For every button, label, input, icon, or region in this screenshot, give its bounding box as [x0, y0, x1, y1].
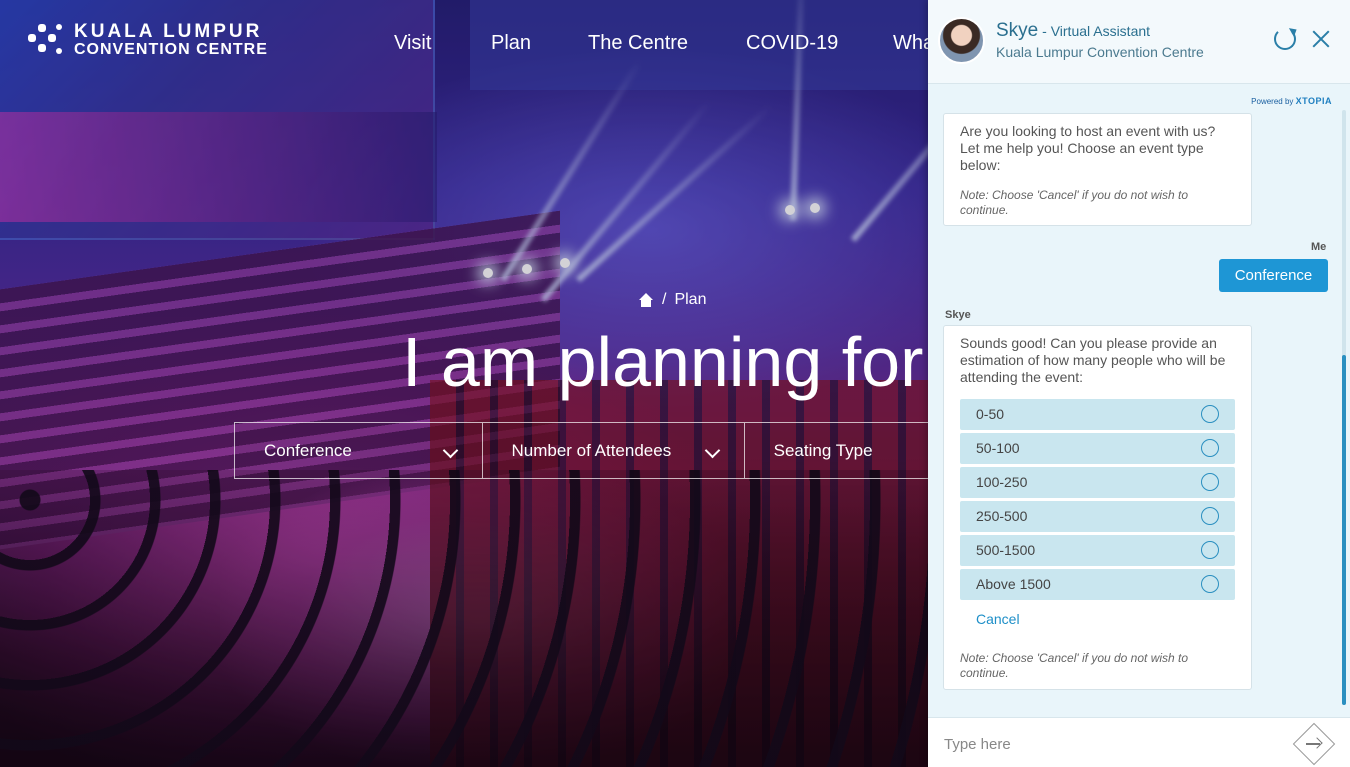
breadcrumb-current: Plan: [674, 291, 707, 308]
assistant-message: Are you looking to host an event with us…: [943, 113, 1252, 226]
powered-by[interactable]: Powered by XTOPIA: [1251, 96, 1332, 106]
user-label: Me: [1311, 241, 1327, 253]
assistant-org: Kuala Lumpur Convention Centre: [996, 44, 1204, 60]
chat-scrollbar-thumb[interactable]: [1342, 355, 1346, 705]
hero-title: I am planning for: [402, 323, 924, 401]
assistant-role: - Virtual Assistant: [1038, 23, 1151, 39]
chat-header: Skye - Virtual Assistant Kuala Lumpur Co…: [928, 0, 1350, 84]
attendees-placeholder: Number of Attendees: [511, 440, 672, 460]
option-label: 500-1500: [976, 542, 1036, 558]
nav-covid-19[interactable]: COVID-19: [746, 32, 893, 55]
radio-icon[interactable]: [1201, 575, 1219, 593]
radio-icon[interactable]: [1201, 507, 1219, 525]
attendees-dropdown[interactable]: Number of Attendees: [482, 422, 745, 479]
logo-text-line2: CONVENTION CENTRE: [74, 40, 268, 58]
attendee-option-50-100[interactable]: 50-100: [960, 433, 1235, 464]
user-reply: Conference: [1219, 259, 1328, 292]
chat-input-bar: [928, 717, 1350, 767]
seating-type-placeholder: Seating Type: [773, 440, 873, 460]
chat-panel: Skye - Virtual Assistant Kuala Lumpur Co…: [928, 0, 1350, 767]
attendee-option-0-50[interactable]: 0-50: [960, 399, 1235, 430]
assistant-name-text: Skye: [996, 20, 1039, 41]
option-label: Above 1500: [976, 576, 1051, 592]
option-label: 50-100: [976, 440, 1020, 456]
send-arrow-icon[interactable]: [1306, 736, 1324, 752]
assistant-message-note: Note: Choose 'Cancel' if you do not wish…: [960, 188, 1189, 217]
nav-plan[interactable]: Plan: [491, 32, 588, 55]
option-label: 0-50: [976, 406, 1005, 422]
powered-by-brand: XTOPIA: [1295, 96, 1332, 106]
logo-text-line1: KUALA LUMPUR: [74, 20, 263, 42]
close-icon[interactable]: [1310, 28, 1332, 50]
powered-by-text: Powered by: [1251, 97, 1294, 106]
breadcrumb-separator: /: [662, 291, 667, 308]
seating-type-dropdown[interactable]: Seating Type: [744, 422, 930, 479]
radio-icon[interactable]: [1201, 439, 1219, 457]
chevron-down-icon: [442, 442, 458, 459]
assistant-name: Skye - Virtual Assistant: [996, 20, 1150, 42]
attendee-option-100-250[interactable]: 100-250: [960, 467, 1235, 498]
assistant-message-note: Note: Choose 'Cancel' if you do not wish…: [960, 651, 1189, 680]
main-nav: Visit Plan The Centre COVID-19 Wha: [394, 32, 953, 55]
nav-visit[interactable]: Visit: [394, 32, 491, 55]
chevron-down-icon: [704, 442, 720, 459]
radio-icon[interactable]: [1201, 473, 1219, 491]
chat-message-input[interactable]: [944, 733, 1274, 755]
site-logo[interactable]: KUALA LUMPUR CONVENTION CENTRE: [28, 20, 268, 60]
attendee-option-500-1500[interactable]: 500-1500: [960, 535, 1235, 566]
event-type-value: Conference: [264, 440, 352, 460]
assistant-message-text: Are you looking to host an event with us…: [960, 123, 1216, 173]
attendee-option-250-500[interactable]: 250-500: [960, 501, 1235, 532]
home-icon[interactable]: [638, 293, 654, 307]
planner-filters: Conference Number of Attendees Seating T…: [234, 422, 930, 479]
assistant-message: Sounds good! Can you please provide an e…: [943, 325, 1252, 690]
nav-the-centre[interactable]: The Centre: [588, 32, 746, 55]
option-label: 100-250: [976, 474, 1028, 490]
assistant-label: Skye: [945, 309, 971, 321]
logo-mark-icon: [28, 20, 64, 60]
event-type-dropdown[interactable]: Conference: [234, 422, 483, 479]
assistant-message-text: Sounds good! Can you please provide an e…: [960, 335, 1226, 385]
option-label: 250-500: [976, 508, 1028, 524]
attendee-option-above-1500[interactable]: Above 1500: [960, 569, 1235, 600]
breadcrumb: / Plan: [638, 291, 706, 309]
radio-icon[interactable]: [1201, 405, 1219, 423]
radio-icon[interactable]: [1201, 541, 1219, 559]
cancel-link[interactable]: Cancel: [976, 611, 1020, 628]
assistant-avatar: [938, 17, 985, 64]
refresh-icon[interactable]: [1274, 28, 1296, 50]
